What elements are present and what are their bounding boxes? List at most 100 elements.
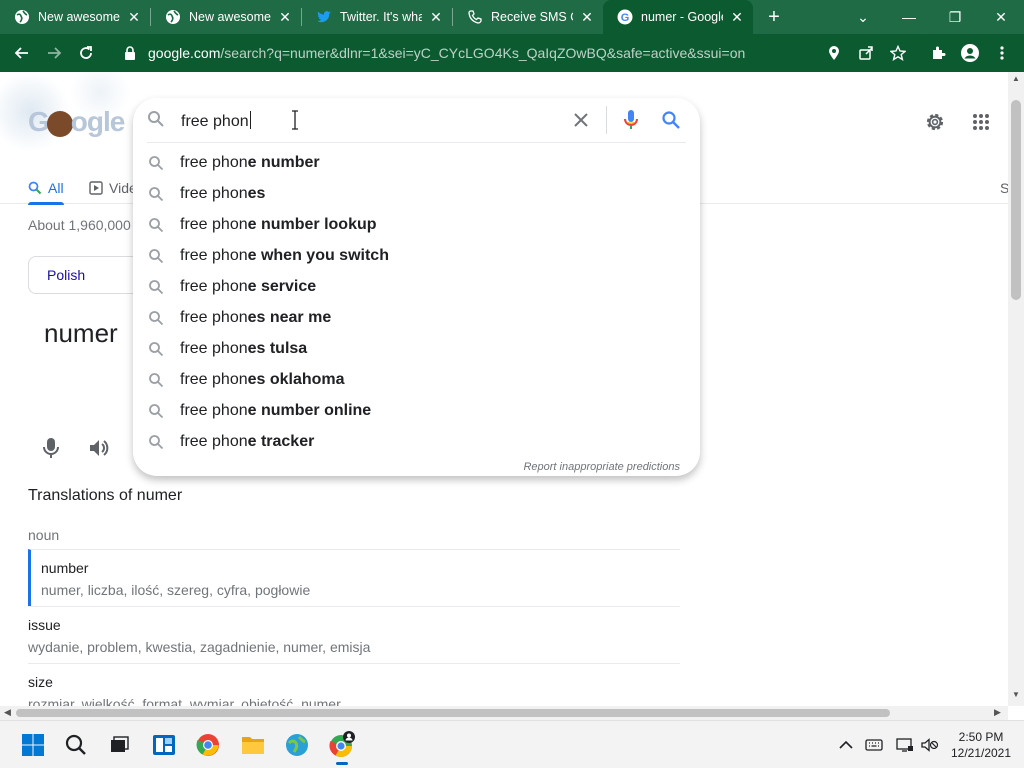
settings-gear-icon[interactable]: [921, 108, 949, 136]
close-icon[interactable]: ✕: [579, 9, 595, 25]
microphone-icon: [624, 110, 638, 129]
tab-videos[interactable]: Vide: [89, 172, 137, 204]
show-hidden-icons-chevron-icon[interactable]: [836, 735, 856, 755]
google-doodle-logo[interactable]: Gogle: [28, 106, 125, 138]
close-window-button[interactable]: ✕: [978, 0, 1024, 34]
suggestion-prefix: free phon: [180, 401, 248, 419]
suggestion-item[interactable]: free phon e number online: [133, 395, 700, 426]
voice-input-mic-icon[interactable]: [40, 436, 62, 465]
forward-button[interactable]: [38, 37, 70, 69]
minimize-button[interactable]: —: [886, 0, 932, 34]
scroll-down-arrow-icon[interactable]: ▼: [1012, 690, 1020, 699]
suggestion-item[interactable]: free phon e number: [133, 147, 700, 178]
suggestion-item[interactable]: free phon es: [133, 178, 700, 209]
task-view-icon[interactable]: [104, 731, 132, 759]
menu-icon[interactable]: [986, 37, 1018, 69]
back-button[interactable]: [6, 37, 38, 69]
translation-row[interactable]: issue wydanie, problem, kwestia, zagadni…: [28, 606, 680, 663]
suggestion-prefix: free phon: [180, 432, 248, 450]
reload-button[interactable]: [70, 37, 102, 69]
close-icon[interactable]: ✕: [126, 9, 142, 25]
twitter-icon: [316, 9, 332, 25]
translation-row[interactable]: size rozmiar, wielkość, format, wymiar, …: [28, 663, 680, 706]
search-icon: [147, 110, 165, 133]
file-explorer-icon[interactable]: [239, 731, 267, 759]
suggestion-completion: e number: [247, 153, 320, 171]
tab-settings[interactable]: S: [1000, 172, 1008, 204]
share-icon[interactable]: [850, 37, 882, 69]
horizontal-scroll-thumb[interactable]: [16, 709, 890, 717]
part-of-speech: noun: [28, 527, 60, 543]
taskbar: 2:50 PM 12/21/2021: [0, 720, 1024, 768]
search-query-text: free phon: [181, 113, 249, 130]
scroll-right-arrow-icon[interactable]: ▶: [994, 707, 1001, 718]
vertical-scroll-thumb[interactable]: [1011, 100, 1021, 300]
translation-row[interactable]: number numer, liczba, ilość, szereg, cyf…: [28, 549, 680, 606]
display-network-icon[interactable]: [895, 735, 915, 755]
chrome-icon[interactable]: [194, 731, 222, 759]
horizontal-scrollbar[interactable]: ◀ ▶: [0, 706, 1008, 720]
suggestion-item[interactable]: free phon e service: [133, 271, 700, 302]
browser-tab[interactable]: Receive SMS Or ✕: [453, 0, 603, 34]
profile-avatar[interactable]: [954, 37, 986, 69]
windows-start-icon[interactable]: [19, 731, 47, 759]
close-icon[interactable]: ✕: [428, 9, 444, 25]
suggestion-item[interactable]: free phon es oklahoma: [133, 364, 700, 395]
source-word: numer: [44, 318, 118, 348]
tab-title: Receive SMS Or: [491, 10, 573, 24]
location-icon[interactable]: [818, 37, 850, 69]
search-icon: [132, 279, 180, 295]
arrow-left-icon: [14, 47, 28, 59]
google-search-button[interactable]: [659, 108, 683, 132]
extensions-icon[interactable]: [922, 37, 954, 69]
close-icon[interactable]: ✕: [277, 9, 293, 25]
tab-all[interactable]: All: [28, 172, 64, 205]
suggestion-item[interactable]: free phon e tracker: [133, 426, 700, 457]
search-icon[interactable]: [62, 731, 90, 759]
globe-icon: [165, 9, 181, 25]
search-box[interactable]: free phon: [133, 98, 700, 142]
suggestion-item[interactable]: free phon es tulsa: [133, 333, 700, 364]
apps-grid-icon[interactable]: [967, 108, 995, 136]
vertical-scrollbar[interactable]: ▲ ▼: [1008, 72, 1024, 706]
search-icon: [28, 181, 42, 195]
result-stats: About 1,960,000: [28, 217, 131, 233]
report-predictions-link[interactable]: Report inappropriate predictions: [523, 461, 680, 473]
browser-tab[interactable]: Twitter. It's what ✕: [302, 0, 452, 34]
listen-speaker-icon[interactable]: [88, 436, 110, 465]
widgets-icon[interactable]: [150, 731, 178, 759]
maps-app-icon[interactable]: [283, 731, 311, 759]
globe-icon: [14, 9, 30, 25]
close-icon[interactable]: ✕: [729, 9, 745, 25]
search-icon: [132, 341, 180, 357]
translation-synonyms: numer, liczba, ilość, szereg, cyfra, pog…: [41, 582, 311, 598]
suggestion-prefix: free phon: [180, 339, 248, 357]
suggestion-prefix: free phon: [180, 277, 248, 295]
volume-muted-icon[interactable]: [920, 735, 940, 755]
address-bar[interactable]: google.com/search?q=numer&dlnr=1&sei=yC_…: [112, 37, 936, 69]
restore-button[interactable]: ❐: [932, 0, 978, 34]
voice-search-button[interactable]: [619, 108, 643, 132]
tab-search-chevron-icon[interactable]: ⌄: [840, 0, 886, 34]
clear-search-button[interactable]: [569, 108, 593, 132]
keyboard-icon[interactable]: [864, 735, 884, 755]
scroll-up-arrow-icon[interactable]: ▲: [1012, 74, 1020, 83]
system-clock[interactable]: 2:50 PM 12/21/2021: [946, 729, 1016, 761]
browser-tab[interactable]: New awesome t ✕: [0, 0, 150, 34]
search-input[interactable]: free phon: [181, 111, 251, 131]
video-icon: [89, 181, 103, 195]
browser-tab[interactable]: New awesome t ✕: [151, 0, 301, 34]
browser-tab-active[interactable]: G numer - Google ✕: [603, 0, 753, 34]
scroll-left-arrow-icon[interactable]: ◀: [4, 707, 11, 718]
suggestion-item[interactable]: free phon es near me: [133, 302, 700, 333]
new-tab-button[interactable]: +: [759, 0, 789, 34]
translation-synonyms: wydanie, problem, kwestia, zagadnienie, …: [28, 639, 371, 655]
suggestion-item[interactable]: free phon e when you switch: [133, 240, 700, 271]
suggestion-prefix: free phon: [180, 215, 248, 233]
suggestion-item[interactable]: free phon e number lookup: [133, 209, 700, 240]
chrome-profile-icon[interactable]: [328, 731, 356, 765]
lock-icon[interactable]: [118, 46, 142, 60]
suggestion-completion: e when you switch: [247, 246, 389, 264]
star-icon[interactable]: [882, 37, 914, 69]
translation-word: issue: [28, 617, 61, 633]
